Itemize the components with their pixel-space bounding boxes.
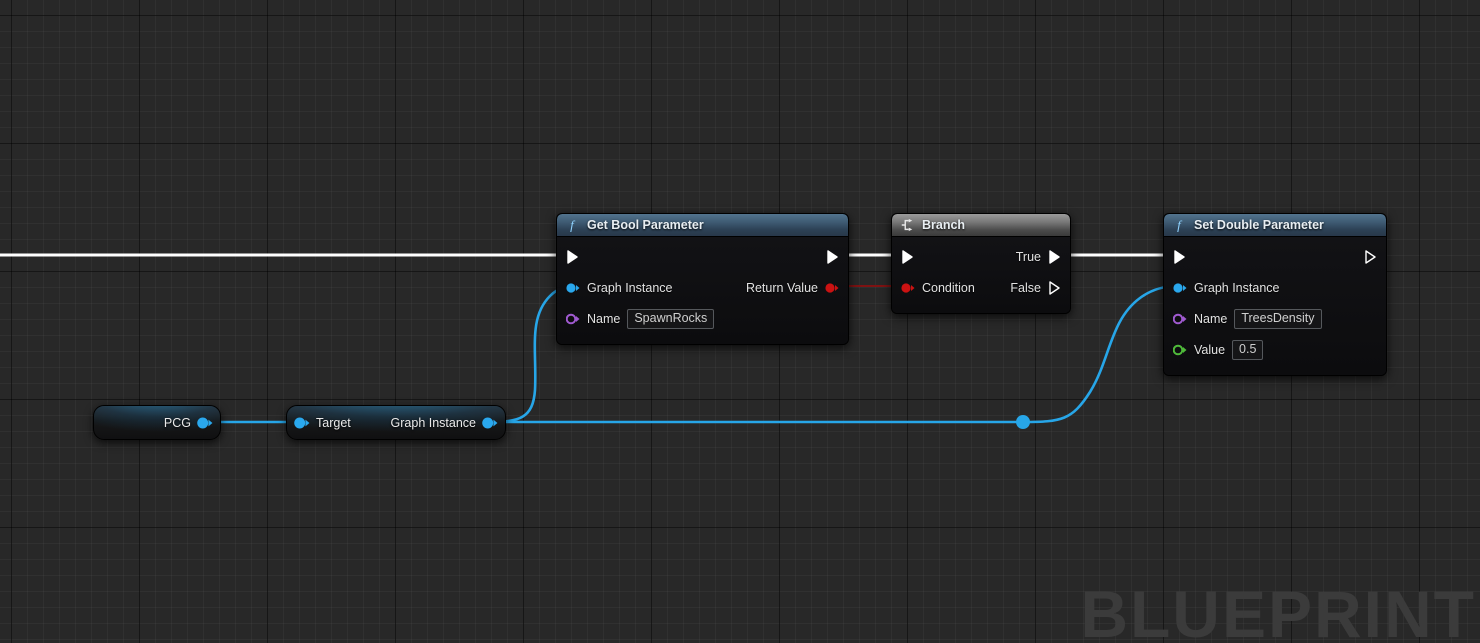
- node-title: Branch: [922, 218, 966, 232]
- blueprint-graph-canvas[interactable]: f Get Bool Parameter Graph Instance Retu…: [0, 0, 1480, 643]
- node-get-graph-instance[interactable]: Target Graph Instance: [286, 405, 506, 440]
- pin-row-exec: [1164, 241, 1386, 272]
- pin-label: Value: [1194, 342, 1226, 357]
- pin-row-value: Value 0.5: [1164, 334, 1386, 365]
- node-title: Get Bool Parameter: [587, 218, 704, 232]
- pin-row-name: Name SpawnRocks: [557, 303, 848, 334]
- node-get-bool-parameter[interactable]: f Get Bool Parameter Graph Instance Retu…: [556, 213, 849, 345]
- exec-input-pin[interactable]: [566, 249, 579, 264]
- svg-text:f: f: [570, 218, 576, 232]
- double-value-input[interactable]: 0.5: [1232, 339, 1264, 360]
- object-input-pin[interactable]: [566, 282, 580, 294]
- target-label: Target: [316, 415, 351, 430]
- node-body: Graph Instance Return Value Name SpawnRo…: [557, 237, 848, 344]
- object-input-pin[interactable]: [1173, 282, 1187, 294]
- name-value-input[interactable]: SpawnRocks: [627, 308, 715, 329]
- pin-row-condition-false: Condition False: [892, 272, 1070, 303]
- name-value-input[interactable]: TreesDensity: [1234, 308, 1322, 329]
- blueprint-watermark: BLUEPRINT: [1080, 577, 1476, 643]
- exec-output-pin-false[interactable]: [1048, 280, 1061, 295]
- graph-instance-label: Graph Instance: [390, 415, 476, 430]
- object-input-pin[interactable]: [294, 416, 310, 430]
- pin-row-exec: [557, 241, 848, 272]
- pin-label: Return Value: [745, 280, 818, 295]
- pin-label: Graph Instance: [1194, 280, 1280, 295]
- pin-label: Name: [587, 311, 621, 326]
- pin-label: Name: [1194, 311, 1228, 326]
- double-input-pin[interactable]: [1173, 344, 1187, 356]
- node-header[interactable]: f Get Bool Parameter: [557, 214, 848, 237]
- bool-input-pin[interactable]: [901, 282, 915, 294]
- exec-output-pin[interactable]: [826, 249, 839, 264]
- node-header[interactable]: Branch: [892, 214, 1070, 237]
- pin-label: Graph Instance: [587, 280, 673, 295]
- exec-output-pin[interactable]: [1364, 249, 1377, 264]
- svg-text:f: f: [1177, 218, 1183, 232]
- pin-row-graph-instance: Graph Instance Return Value: [557, 272, 848, 303]
- pin-label: True: [1015, 249, 1041, 264]
- name-input-pin[interactable]: [566, 313, 580, 325]
- exec-input-pin[interactable]: [901, 249, 914, 264]
- node-pcg-variable[interactable]: PCG: [93, 405, 221, 440]
- object-output-pin[interactable]: [197, 416, 213, 430]
- exec-input-pin[interactable]: [1173, 249, 1186, 264]
- pin-row-name: Name TreesDensity: [1164, 303, 1386, 334]
- bool-output-pin[interactable]: [825, 282, 839, 294]
- pin-row-graph-instance: Graph Instance: [1164, 272, 1386, 303]
- wire-reroute-node[interactable]: [1016, 415, 1030, 429]
- branch-icon: [901, 218, 913, 232]
- object-output-pin[interactable]: [482, 416, 498, 430]
- function-f-icon: f: [1177, 218, 1183, 232]
- node-set-double-parameter[interactable]: f Set Double Parameter Graph Instance Na…: [1163, 213, 1387, 376]
- node-branch[interactable]: Branch True Condition False: [891, 213, 1071, 314]
- pcg-variable-label: PCG: [163, 415, 191, 430]
- pin-label: False: [1010, 280, 1041, 295]
- node-body: True Condition False: [892, 237, 1070, 313]
- node-title: Set Double Parameter: [1194, 218, 1324, 232]
- node-header[interactable]: f Set Double Parameter: [1164, 214, 1386, 237]
- pin-label: Condition: [922, 280, 975, 295]
- name-input-pin[interactable]: [1173, 313, 1187, 325]
- exec-output-pin-true[interactable]: [1048, 249, 1061, 264]
- pin-row-exec-true: True: [892, 241, 1070, 272]
- function-f-icon: f: [570, 218, 576, 232]
- node-body: Graph Instance Name TreesDensity Value 0…: [1164, 237, 1386, 375]
